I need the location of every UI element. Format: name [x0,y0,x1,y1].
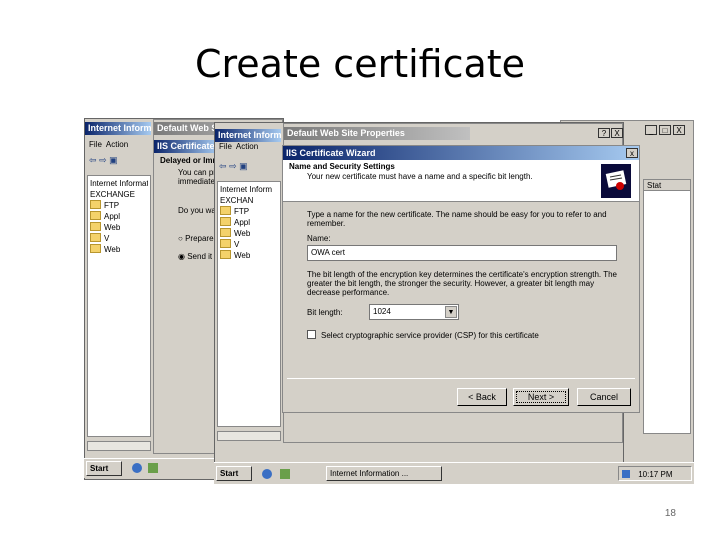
certificate-wizard: IIS Certificate Wizard x Name and Securi… [282,145,640,413]
bitlength-value: 1024 [373,307,391,316]
toolbar: ⇦ ⇨ ▣ [89,155,151,169]
folder-icon [90,200,101,209]
tree-server[interactable]: EXCHANGE [90,189,148,200]
wizard-divider [287,378,635,379]
clock: 10:17 PM [638,470,673,479]
help-button[interactable]: ? [598,128,610,138]
page-number: 18 [664,508,676,519]
tree-ftp[interactable]: FTP [90,200,148,211]
bitlength-select[interactable]: 1024 ▼ [369,304,459,320]
folder-icon [90,222,101,231]
wizard-close-button[interactable]: x [626,148,638,158]
folder-icon [220,250,231,259]
list-pane: Stat [643,179,691,434]
wizard-header-title: Name and Security Settings [289,162,395,171]
taskbar-front: Start Internet Information ... 10:17 PM [214,462,694,484]
quicklaunch-icon[interactable] [132,463,142,473]
properties-dialog-title[interactable]: Default Web Site Properties [284,127,470,140]
iis-tree-2: Internet Inform EXCHAN FTP Appl Web V We… [217,181,281,427]
taskbar-task-iis[interactable]: Internet Information ... [326,466,442,481]
bg-wizard-line-1: You can prepare [178,168,218,177]
tree-v[interactable]: V [90,233,148,244]
tree-ftp[interactable]: FTP [220,206,278,217]
taskbar-back: Start [84,458,214,478]
maximize-button[interactable]: □ [659,125,671,135]
folder-icon [90,233,101,242]
dialog-close-button[interactable]: X [611,128,623,138]
forward-arrow-icon[interactable]: ⇨ [229,161,237,171]
wizard-header-subtitle: Your new certificate must have a name an… [307,172,533,181]
tree-web-2[interactable]: Web [90,244,148,255]
chevron-down-icon[interactable]: ▼ [445,306,457,318]
folder-icon [90,244,101,253]
close-button[interactable]: X [673,125,685,135]
quicklaunch-icon[interactable] [262,469,272,479]
wizard-header: Name and Security Settings Your new cert… [283,160,639,202]
up-folder-icon[interactable]: ▣ [109,155,118,165]
quicklaunch-icon[interactable] [280,469,290,479]
bg-option-prepare[interactable]: ○ Prepare [178,234,218,243]
forward-arrow-icon[interactable]: ⇨ [99,155,107,165]
iis-tree: Internet Information EXCHANGE FTP Appl W… [87,175,151,437]
network-icon[interactable] [622,470,630,478]
iis-window-title[interactable]: Internet Information Services [85,122,151,135]
wizard-title-bar[interactable]: IIS Certificate Wizard [283,146,639,160]
hscrollbar-2[interactable] [217,431,281,441]
menu-file[interactable]: File [89,140,102,149]
start-button[interactable]: Start [86,461,122,476]
csp-checkbox[interactable] [307,330,316,339]
bg-option-send[interactable]: ◉ Send it [178,252,218,261]
tree-server[interactable]: EXCHAN [220,195,278,206]
menu-action[interactable]: Action [106,140,128,149]
tree-root[interactable]: Internet Inform [220,184,278,195]
cancel-button[interactable]: Cancel [577,388,631,406]
folder-icon [220,206,231,215]
tree-app[interactable]: Appl [220,217,278,228]
tree-web-2[interactable]: Web [220,250,278,261]
menu-file-2[interactable]: File [219,142,232,151]
iis-menu-2: File Action [215,141,281,153]
up-folder-icon[interactable]: ▣ [239,161,248,171]
name-label: Name: [307,234,331,243]
back-arrow-icon[interactable]: ⇦ [89,155,97,165]
start-button[interactable]: Start [216,466,252,481]
name-input[interactable]: OWA cert [307,245,617,261]
iis-menu: File Action [85,139,151,151]
tree-web[interactable]: Web [220,228,278,239]
bg-wizard-question: Do you want to [178,206,218,215]
slide-title: Create certificate [194,42,526,86]
system-tray: 10:17 PM [618,466,692,481]
tree-v[interactable]: V [220,239,278,250]
bitlength-label: Bit length: [307,308,343,317]
folder-icon [220,239,231,248]
tree-app[interactable]: Appl [90,211,148,222]
list-column-header[interactable]: Stat [644,180,690,191]
certificate-icon [601,164,631,198]
menu-action-2[interactable]: Action [236,142,258,151]
back-button[interactable]: < Back [457,388,507,406]
bg-wizard-heading: Delayed or Immediate Request [160,156,216,165]
toolbar-2: ⇦ ⇨ ▣ [219,161,281,175]
csp-checkbox-label: Select cryptographic service provider (C… [321,331,539,340]
folder-icon [220,228,231,237]
window-controls: _ □ X [645,125,693,137]
back-arrow-icon[interactable]: ⇦ [219,161,227,171]
minimize-button[interactable]: _ [645,125,657,135]
bg-wizard-line-2: immediately send [178,177,218,186]
wizard-intro: Type a name for the new certificate. The… [307,210,607,228]
bitlength-description: The bit length of the encryption key det… [307,270,617,297]
bg-wizard-title[interactable]: IIS Certificate Wizard [154,140,218,153]
hscrollbar[interactable] [87,441,151,451]
folder-icon [90,211,101,220]
tree-web[interactable]: Web [90,222,148,233]
folder-icon [220,217,231,226]
quicklaunch-icon[interactable] [148,463,158,473]
next-button[interactable]: Next > [513,388,569,406]
tree-root[interactable]: Internet Information [90,178,148,189]
